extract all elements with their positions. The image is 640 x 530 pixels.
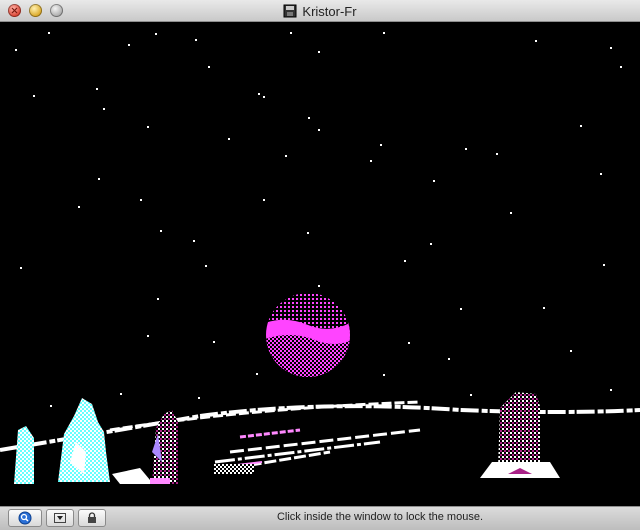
status-message: Click inside the window to lock the mous… [276,511,484,523]
menu-button[interactable] [46,509,74,527]
game-scene [0,22,640,506]
emulator-window: Kristor-Fr Click inside the window to lo… [0,0,640,530]
disk-icon [283,4,297,18]
status-bar: Click inside the window to lock the mous… [0,506,640,530]
dropdown-arrow-icon [54,513,66,523]
game-screen[interactable] [0,22,640,506]
zoom-button[interactable] [8,509,42,527]
padlock-icon [88,512,96,523]
magnifier-icon [18,511,32,525]
window-title-area: Kristor-Fr [0,2,640,20]
title-bar[interactable]: Kristor-Fr [0,0,640,22]
lock-button[interactable] [78,509,106,527]
window-title: Kristor-Fr [302,3,357,19]
